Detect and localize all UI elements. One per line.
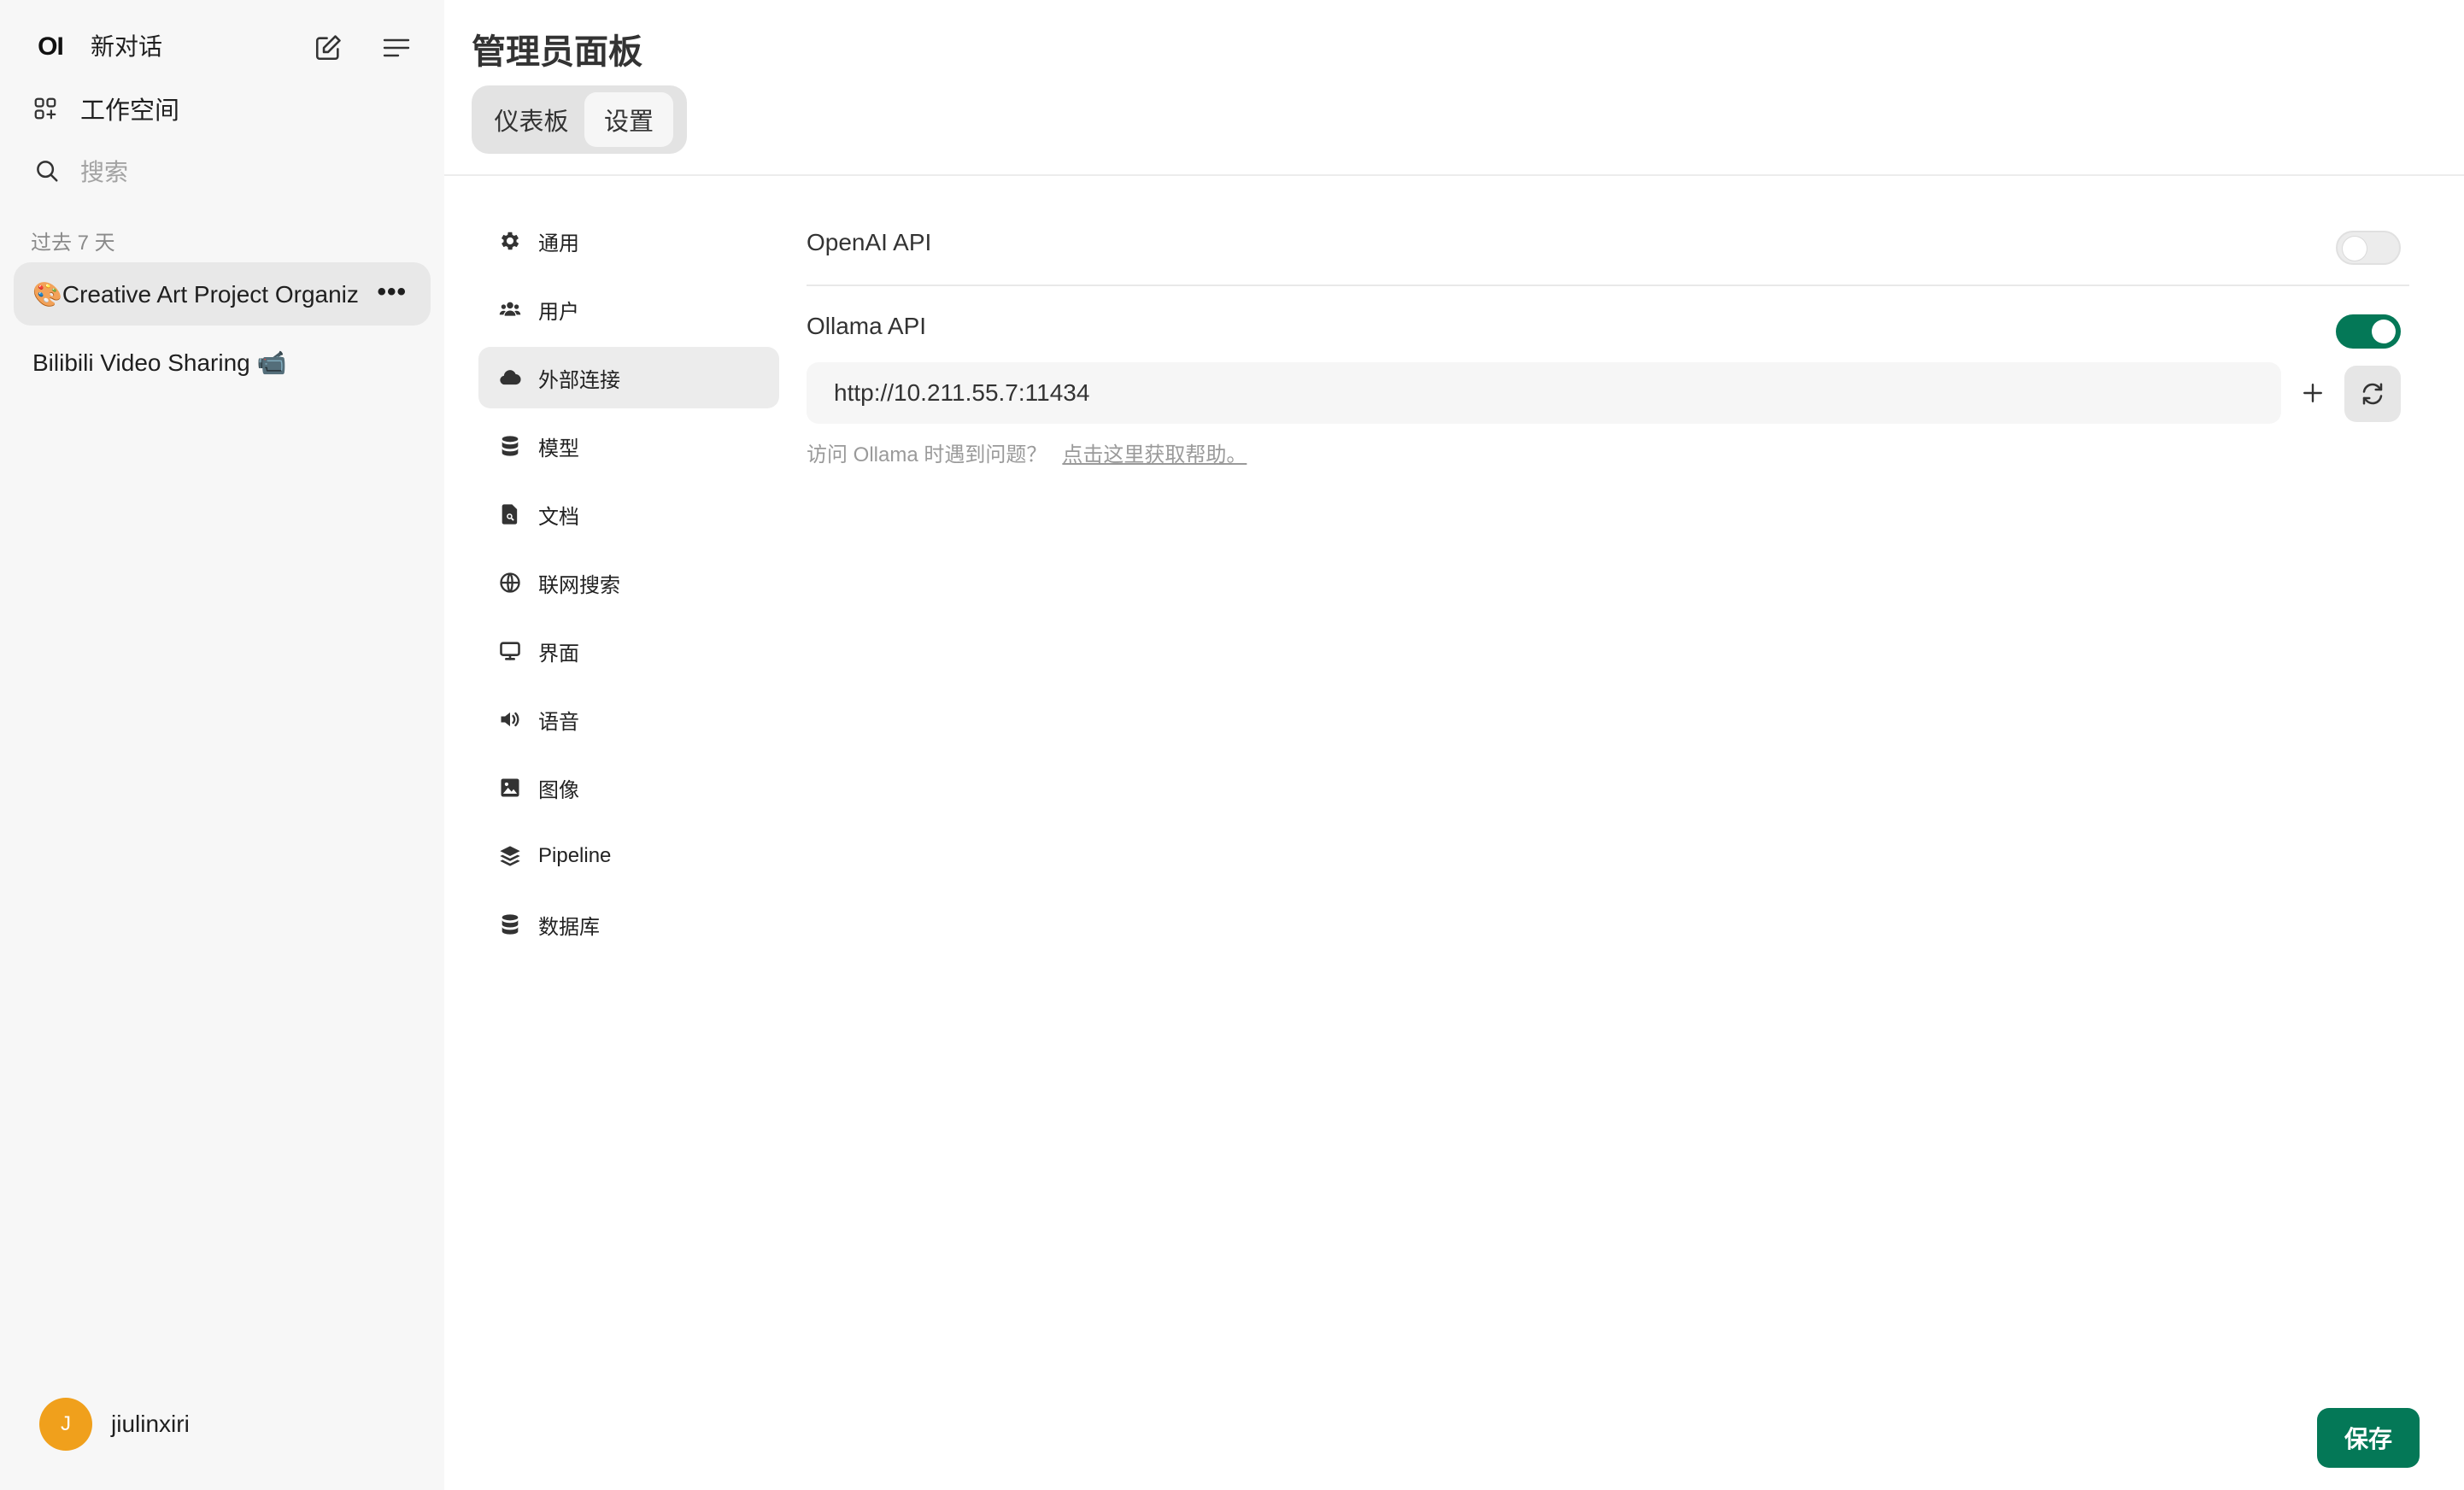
settings-nav-database[interactable]: 数据库: [478, 894, 779, 955]
settings-nav-general[interactable]: 通用: [478, 210, 779, 272]
settings-nav-label: Pipeline: [538, 844, 612, 867]
settings-nav-users[interactable]: 用户: [478, 279, 779, 340]
settings-nav-label: 模型: [538, 437, 579, 460]
settings-nav-documents[interactable]: 文档: [478, 484, 779, 545]
settings-nav-interface[interactable]: 界面: [478, 620, 779, 682]
save-button[interactable]: 保存: [2317, 1408, 2420, 1468]
settings-nav-label: 界面: [538, 642, 579, 666]
settings-nav-connections[interactable]: 外部连接: [478, 347, 779, 408]
database-icon: [497, 433, 523, 459]
header-divider: [444, 174, 2464, 176]
menu-icon[interactable]: [379, 32, 414, 63]
openai-api-label: OpenAI API: [807, 229, 932, 255]
new-chat-label[interactable]: 新对话: [91, 31, 162, 63]
users-icon: [497, 296, 523, 322]
help-text-row: 访问 Ollama 时遇到问题？ 点击这里获取帮助。: [807, 437, 1247, 467]
refresh-icon: [2362, 383, 2383, 405]
new-chat-icon[interactable]: [311, 31, 345, 65]
settings-nav-label: 联网搜索: [538, 573, 620, 597]
settings-nav-web-search[interactable]: 联网搜索: [478, 552, 779, 613]
workspace-label: 工作空间: [80, 97, 180, 125]
chat-title: Bilibili Video Sharing 📹: [32, 349, 287, 376]
search-input[interactable]: 搜索: [34, 152, 128, 190]
gear-icon: [497, 228, 523, 254]
settings-nav-images[interactable]: 图像: [478, 757, 779, 818]
help-link[interactable]: 点击这里获取帮助。: [1062, 443, 1247, 466]
settings-nav-pipeline[interactable]: Pipeline: [478, 825, 779, 887]
globe-icon: [497, 570, 523, 595]
ollama-api-label: Ollama API: [807, 313, 927, 339]
tab-settings[interactable]: 设置: [584, 92, 673, 147]
tab-bar: 仪表板 设置: [472, 85, 687, 154]
help-text: 访问 Ollama 时遇到问题？: [807, 443, 1047, 466]
speaker-icon: [497, 707, 523, 732]
chat-title: 🎨Creative Art Project Organiz: [32, 280, 359, 308]
chat-item[interactable]: Bilibili Video Sharing 📹: [14, 331, 431, 394]
user-menu[interactable]: J jiulinxiri: [39, 1398, 190, 1451]
workspace-link[interactable]: 工作空间: [32, 89, 179, 128]
settings-nav-models[interactable]: 模型: [478, 415, 779, 477]
settings-nav-label: 通用: [538, 232, 579, 255]
layers-icon: [497, 843, 523, 869]
more-options-icon[interactable]: •••: [377, 279, 407, 305]
tab-dashboard[interactable]: 仪表板: [478, 92, 584, 147]
app-logo[interactable]: OI: [31, 31, 70, 63]
image-icon: [497, 775, 523, 801]
openai-api-toggle[interactable]: [2336, 231, 2401, 265]
ollama-url-input[interactable]: http://10.211.55.7:11434: [807, 362, 2281, 424]
database-icon: [497, 912, 523, 937]
page-title: 管理员面板: [472, 33, 642, 71]
section-divider: [807, 285, 2409, 286]
toggle-knob: [2343, 237, 2367, 261]
settings-nav-label: 用户: [538, 300, 579, 324]
settings-nav-label: 图像: [538, 778, 579, 802]
document-search-icon: [497, 502, 523, 527]
toggle-knob: [2372, 320, 2396, 343]
cloud-icon: [497, 365, 523, 390]
chat-item[interactable]: 🎨Creative Art Project Organiz •••: [14, 262, 431, 326]
refresh-connection-button[interactable]: [2344, 366, 2401, 422]
user-name: jiulinxiri: [111, 1411, 190, 1437]
settings-nav-audio[interactable]: 语音: [478, 689, 779, 750]
search-placeholder: 搜索: [80, 159, 129, 185]
settings-nav-label: 文档: [538, 505, 579, 529]
monitor-icon: [497, 638, 523, 664]
sidebar: OI 新对话 工作空间 搜索 过去 7 天 🎨Creative Art Proj…: [0, 0, 444, 1490]
avatar: J: [39, 1398, 92, 1451]
settings-nav-label: 数据库: [538, 915, 600, 939]
grid-icon: [32, 96, 58, 121]
settings-nav-label: 外部连接: [538, 368, 620, 392]
settings-nav-label: 语音: [538, 710, 579, 734]
section-label-last-7-days: 过去 7 天: [31, 232, 115, 255]
ollama-api-toggle[interactable]: [2336, 314, 2401, 349]
add-connection-icon[interactable]: [2298, 376, 2327, 410]
search-icon: [34, 158, 60, 184]
